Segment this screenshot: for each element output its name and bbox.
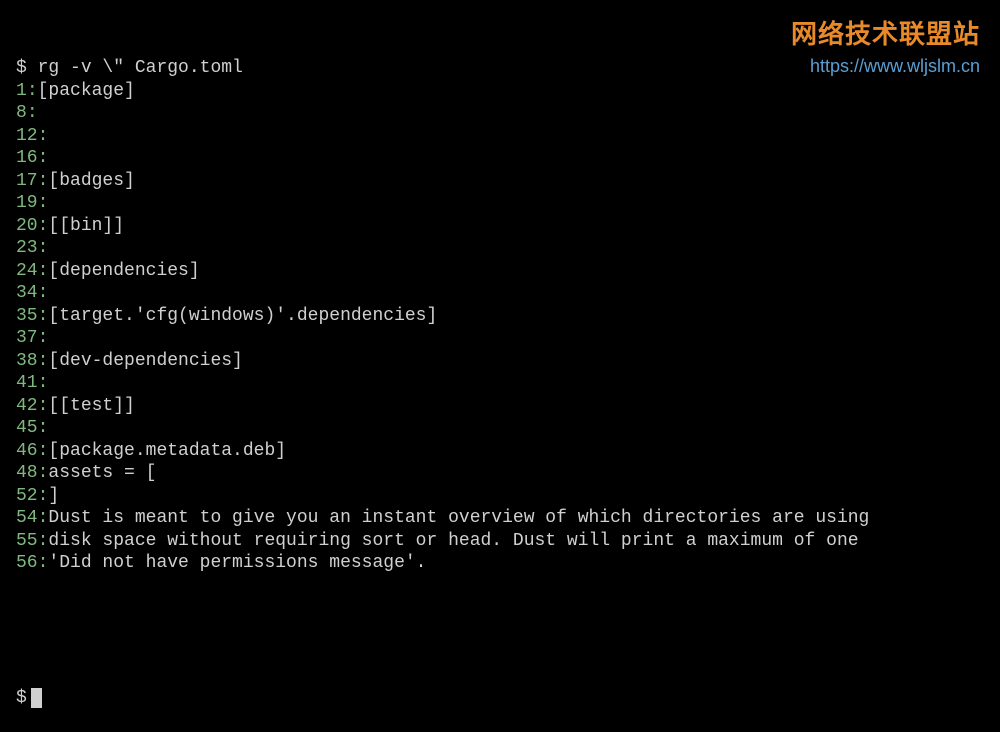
line-number: 48: [16, 463, 38, 483]
watermark: 网络技术联盟站 https://www.wljslm.cn: [791, 18, 980, 77]
line-number: 45: [16, 418, 38, 438]
line-separator: :: [38, 126, 49, 146]
output-line: 55:disk space without requiring sort or …: [16, 530, 984, 553]
line-content: ]: [48, 486, 59, 506]
line-number: 17: [16, 171, 38, 191]
line-number: 12: [16, 126, 38, 146]
output-line: 52:]: [16, 485, 984, 508]
output-line: 38:[dev-dependencies]: [16, 350, 984, 373]
line-separator: :: [38, 216, 49, 236]
line-number: 42: [16, 396, 38, 416]
output-line: 42:[[test]]: [16, 395, 984, 418]
line-number: 16: [16, 148, 38, 168]
line-number: 34: [16, 283, 38, 303]
output-line: 19:: [16, 192, 984, 215]
output-line: 23:: [16, 237, 984, 260]
line-number: 46: [16, 441, 38, 461]
line-content: [target.'cfg(windows)'.dependencies]: [48, 306, 437, 326]
line-separator: :: [38, 148, 49, 168]
line-separator: :: [38, 193, 49, 213]
output-line: 16:: [16, 147, 984, 170]
cursor: [31, 688, 42, 708]
line-number: 24: [16, 261, 38, 281]
line-separator: :: [38, 171, 49, 191]
line-number: 1: [16, 81, 27, 101]
line-separator: :: [38, 508, 49, 528]
output-line: 37:: [16, 327, 984, 350]
output-line: 12:: [16, 125, 984, 148]
line-separator: :: [38, 486, 49, 506]
line-content: [[bin]]: [48, 216, 124, 236]
line-separator: :: [38, 328, 49, 348]
line-number: 37: [16, 328, 38, 348]
output-line: 1:[package]: [16, 80, 984, 103]
line-separator: :: [38, 283, 49, 303]
terminal-output[interactable]: $ rg -v \" Cargo.toml1:[package]8:12:16:…: [16, 12, 984, 732]
line-separator: :: [38, 396, 49, 416]
line-content: disk space without requiring sort or hea…: [48, 531, 858, 551]
output-line: 48:assets = [: [16, 462, 984, 485]
line-number: 52: [16, 486, 38, 506]
line-number: 8: [16, 103, 27, 123]
output-line: 41:: [16, 372, 984, 395]
output-line: 8:: [16, 102, 984, 125]
line-separator: :: [38, 351, 49, 371]
line-content: [badges]: [48, 171, 134, 191]
line-separator: :: [38, 261, 49, 281]
line-number: 20: [16, 216, 38, 236]
watermark-url: https://www.wljslm.cn: [791, 55, 980, 78]
line-number: 54: [16, 508, 38, 528]
output-line: 20:[[bin]]: [16, 215, 984, 238]
line-separator: :: [38, 441, 49, 461]
line-content: [package]: [38, 81, 135, 101]
line-content: [dependencies]: [48, 261, 199, 281]
prompt-symbol: $: [16, 688, 27, 708]
watermark-title: 网络技术联盟站: [791, 18, 980, 51]
line-separator: :: [27, 103, 38, 123]
command-text: rg -v \" Cargo.toml: [38, 58, 243, 78]
line-content: [[test]]: [48, 396, 134, 416]
output-line: 17:[badges]: [16, 170, 984, 193]
line-separator: :: [38, 553, 49, 573]
line-number: 38: [16, 351, 38, 371]
line-number: 55: [16, 531, 38, 551]
line-content: Dust is meant to give you an instant ove…: [48, 508, 869, 528]
line-separator: :: [38, 306, 49, 326]
output-line: 56:'Did not have permissions message'.: [16, 552, 984, 575]
line-separator: :: [38, 463, 49, 483]
output-line: 35:[target.'cfg(windows)'.dependencies]: [16, 305, 984, 328]
line-separator: :: [38, 418, 49, 438]
line-separator: :: [38, 373, 49, 393]
line-number: 19: [16, 193, 38, 213]
output-line: 54:Dust is meant to give you an instant …: [16, 507, 984, 530]
prompt-symbol: $: [16, 58, 27, 78]
line-number: 35: [16, 306, 38, 326]
output-line: 34:: [16, 282, 984, 305]
output-line: 24:[dependencies]: [16, 260, 984, 283]
line-separator: :: [38, 238, 49, 258]
prompt-line: $: [16, 687, 984, 710]
line-separator: :: [38, 531, 49, 551]
line-number: 23: [16, 238, 38, 258]
line-content: [package.metadata.deb]: [48, 441, 286, 461]
line-separator: :: [27, 81, 38, 101]
line-number: 56: [16, 553, 38, 573]
line-content: assets = [: [48, 463, 156, 483]
line-number: 41: [16, 373, 38, 393]
line-content: 'Did not have permissions message'.: [48, 553, 426, 573]
output-line: 46:[package.metadata.deb]: [16, 440, 984, 463]
line-content: [dev-dependencies]: [48, 351, 242, 371]
output-line: 45:: [16, 417, 984, 440]
